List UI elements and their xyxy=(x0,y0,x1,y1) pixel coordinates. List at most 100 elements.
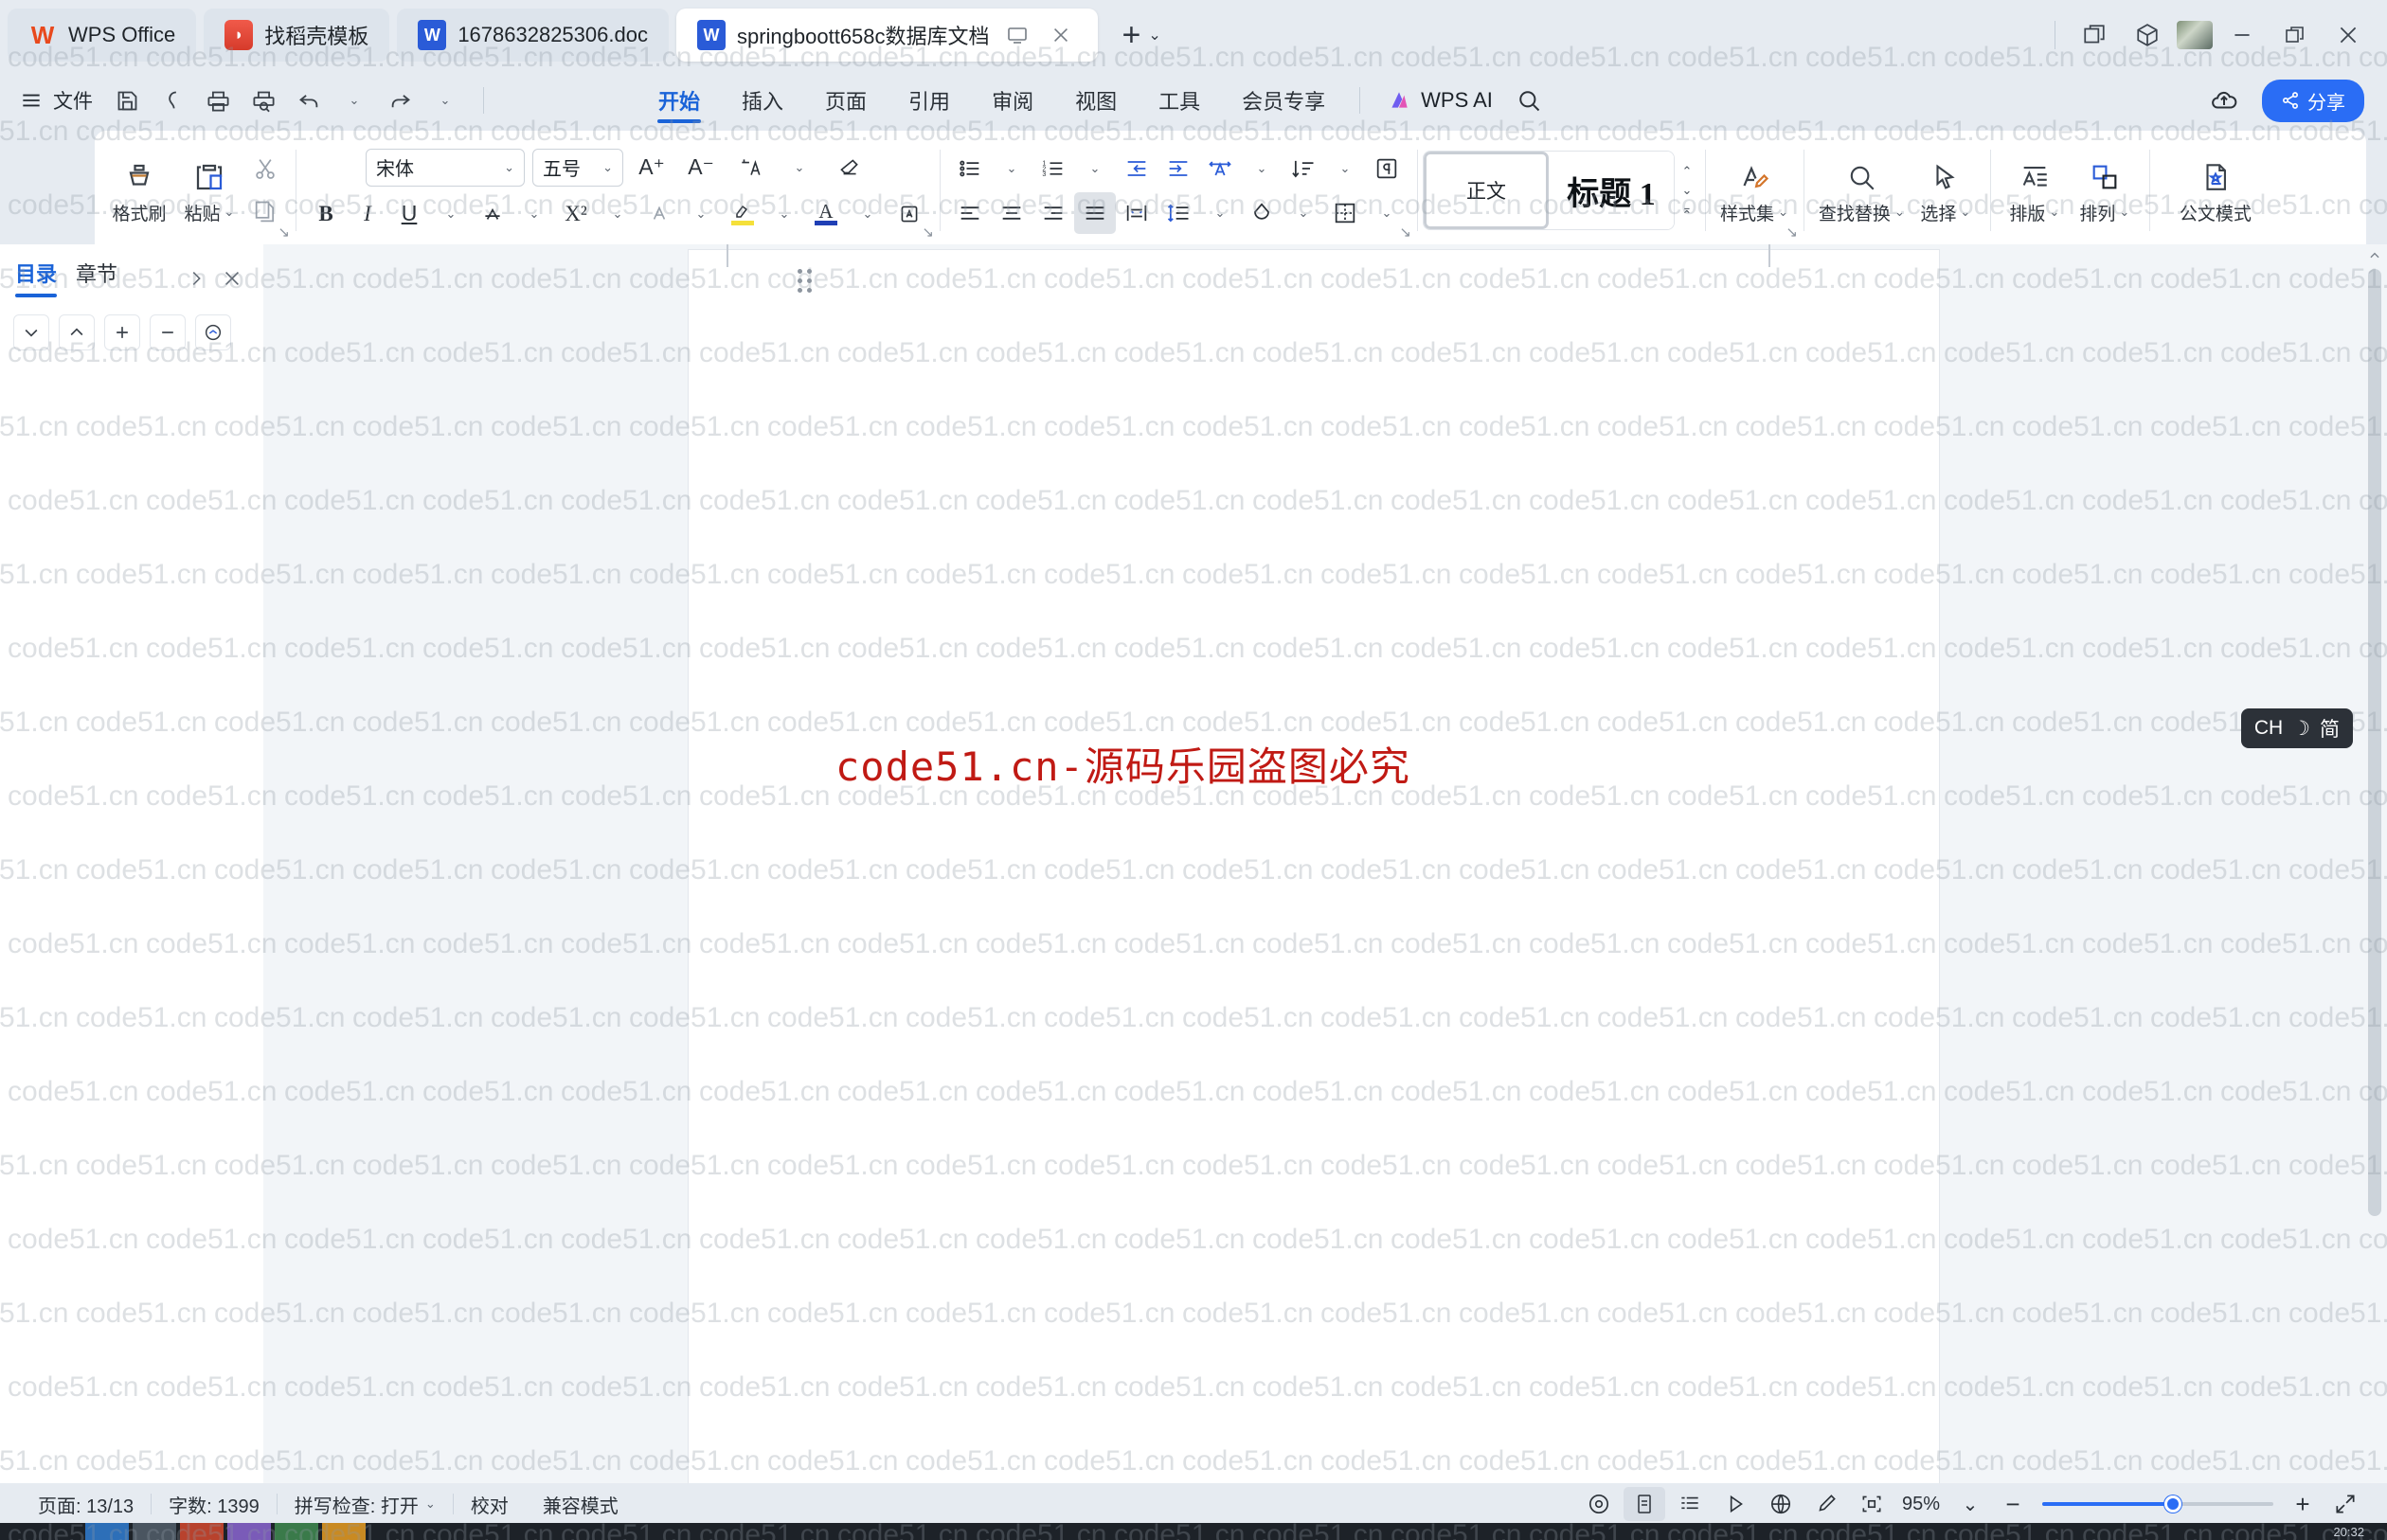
zoom-level-label[interactable]: 95% xyxy=(1896,1494,1946,1515)
presentation-view-icon[interactable] xyxy=(1714,1487,1756,1521)
chevron-down-icon[interactable]: ⌄ xyxy=(1148,26,1168,45)
chevron-down-icon[interactable]: ⌄ xyxy=(2049,205,2059,220)
scroll-up-arrow[interactable] xyxy=(2362,244,2387,267)
status-word-count[interactable]: 字数: 1399 xyxy=(152,1491,277,1518)
strikethrough-caret-icon[interactable]: ⌄ xyxy=(513,193,555,235)
grow-font-button[interactable]: A⁺ xyxy=(631,147,673,188)
style-set-dialog-launcher[interactable]: ↘ xyxy=(1786,224,1798,241)
style-item-heading1[interactable]: 标题 1 xyxy=(1549,152,1674,229)
borders-icon[interactable] xyxy=(1324,192,1366,234)
outline-view-icon[interactable] xyxy=(1669,1487,1711,1521)
styles-scroll-up-icon[interactable]: ⌃ xyxy=(1682,164,1693,179)
style-set-button[interactable]: 样式集 ⌄ xyxy=(1714,152,1794,229)
new-tab-button[interactable]: + ⌄ xyxy=(1115,19,1169,51)
pen-annotate-icon[interactable] xyxy=(1805,1487,1847,1521)
asian-layout-icon[interactable] xyxy=(1199,148,1241,189)
nav-tab-outline[interactable]: 目录 xyxy=(15,258,58,299)
font-dialog-launcher[interactable]: ↘ xyxy=(922,224,934,241)
status-compatibility-mode[interactable]: 兼容模式 xyxy=(526,1491,636,1518)
ribbon-tab-start[interactable]: 开始 xyxy=(637,72,721,129)
pinyin-caret-icon[interactable]: ⌄ xyxy=(779,147,820,188)
numbered-list-icon[interactable]: 123 xyxy=(1032,148,1074,189)
taskbar-item[interactable] xyxy=(133,1523,176,1540)
close-icon[interactable] xyxy=(1045,19,1077,51)
tab-document-springboot[interactable]: W springboott658c数据库文档 xyxy=(675,9,1098,62)
chevron-down-icon[interactable]: ⌄ xyxy=(224,205,235,220)
minimize-button[interactable] xyxy=(2218,12,2266,58)
highlight-caret-icon[interactable]: ⌄ xyxy=(763,193,805,235)
ribbon-tab-insert[interactable]: 插入 xyxy=(721,72,804,129)
tab-wps-home[interactable]: W WPS Office xyxy=(8,9,197,62)
chevron-down-icon[interactable]: ⌄ xyxy=(1960,205,1970,220)
superscript-button[interactable]: X² xyxy=(555,193,597,235)
zoom-caret-icon[interactable]: ⌄ xyxy=(1949,1487,1991,1521)
char-border-icon[interactable] xyxy=(638,193,680,235)
print-preview-icon[interactable] xyxy=(242,80,284,121)
font-size-combo[interactable]: 五号 ⌄ xyxy=(532,148,623,187)
ime-status-badge[interactable]: CH ☽ 简 xyxy=(2240,708,2353,748)
pen-icon[interactable] xyxy=(152,80,193,121)
ribbon-tab-review[interactable]: 审阅 xyxy=(971,72,1054,129)
align-left-icon[interactable] xyxy=(949,192,991,234)
fit-page-icon[interactable] xyxy=(1851,1487,1893,1521)
taskbar-item[interactable] xyxy=(227,1523,271,1540)
taskbar-item[interactable] xyxy=(322,1523,366,1540)
taskbar-item[interactable] xyxy=(85,1523,129,1540)
undo-caret-icon[interactable]: ⌄ xyxy=(333,80,375,121)
drag-handle-grip[interactable] xyxy=(798,269,813,294)
cloud-upload-icon[interactable] xyxy=(2201,78,2247,123)
zoom-slider[interactable] xyxy=(2042,1487,2273,1521)
official-doc-mode-button[interactable]: 公文模式 xyxy=(2159,152,2272,229)
tab-docer-template[interactable]: ◗ 找稻壳模板 xyxy=(204,9,390,62)
ribbon-tab-view[interactable]: 视图 xyxy=(1054,72,1138,129)
clipboard-dialog-launcher[interactable]: ↘ xyxy=(278,224,290,241)
collapse-all-icon[interactable] xyxy=(195,314,231,350)
ribbon-tab-reference[interactable]: 引用 xyxy=(888,72,971,129)
chevron-down-icon[interactable]: ⌄ xyxy=(425,1496,436,1512)
chevron-down-icon[interactable]: ⌄ xyxy=(504,160,514,175)
ribbon-tab-page[interactable]: 页面 xyxy=(804,72,888,129)
ribbon-tab-member[interactable]: 会员专享 xyxy=(1221,72,1346,129)
document-page[interactable]: code51.cn-源码乐园盗图必究 xyxy=(689,244,1939,1498)
split-window-icon[interactable] xyxy=(2071,12,2118,58)
shading-icon[interactable] xyxy=(1241,192,1283,234)
strikethrough-icon[interactable] xyxy=(472,193,513,235)
clear-format-icon[interactable] xyxy=(828,147,870,188)
bullet-caret-icon[interactable]: ⌄ xyxy=(991,148,1032,189)
focus-view-icon[interactable] xyxy=(1578,1487,1620,1521)
bullet-list-icon[interactable] xyxy=(949,148,991,189)
sort-icon[interactable] xyxy=(1283,148,1324,189)
chevron-down-icon[interactable]: ⌄ xyxy=(1778,205,1788,220)
status-page-count[interactable]: 页面: 13/13 xyxy=(21,1491,151,1518)
align-justify-icon[interactable] xyxy=(1074,191,1116,234)
document-area[interactable]: code51.cn-源码乐园盗图必究 xyxy=(263,244,2362,1498)
taskbar-item[interactable] xyxy=(275,1523,318,1540)
highlight-icon[interactable] xyxy=(722,193,763,235)
arrange-button[interactable]: 排列 ⌄ xyxy=(2070,152,2140,229)
align-right-icon[interactable] xyxy=(1032,192,1074,234)
style-item-normal[interactable]: 正文 xyxy=(1424,152,1549,229)
fullscreen-icon[interactable] xyxy=(2324,1487,2366,1521)
sort-caret-icon[interactable]: ⌄ xyxy=(1324,148,1366,189)
chevron-down-icon[interactable]: ⌄ xyxy=(1894,205,1905,220)
redo-icon[interactable] xyxy=(379,80,421,121)
close-window-button[interactable] xyxy=(2324,12,2372,58)
line-spacing-icon[interactable] xyxy=(1158,192,1199,234)
underline-button[interactable]: U xyxy=(388,193,430,235)
customize-caret-icon[interactable]: ⌄ xyxy=(424,80,466,121)
status-spellcheck[interactable]: 拼写检查: 打开 ⌄ xyxy=(278,1491,453,1518)
zoom-slider-knob[interactable] xyxy=(2164,1495,2182,1513)
asian-layout-caret-icon[interactable]: ⌄ xyxy=(1241,148,1283,189)
font-color-caret-icon[interactable]: ⌄ xyxy=(847,193,888,235)
styles-scroll-down-icon[interactable]: ⌄ xyxy=(1682,183,1693,198)
chevron-right-icon[interactable] xyxy=(180,262,212,295)
zoom-in-button[interactable]: + xyxy=(2285,1487,2321,1521)
shading-caret-icon[interactable]: ⌄ xyxy=(1283,192,1324,234)
line-spacing-caret-icon[interactable]: ⌄ xyxy=(1199,192,1241,234)
save-icon[interactable] xyxy=(106,80,148,121)
underline-caret-icon[interactable]: ⌄ xyxy=(430,193,472,235)
numbering-caret-icon[interactable]: ⌄ xyxy=(1074,148,1116,189)
file-menu-button[interactable]: 文件 xyxy=(15,86,102,115)
page-view-icon[interactable] xyxy=(1623,1487,1665,1521)
font-color-icon[interactable]: A xyxy=(805,193,847,235)
